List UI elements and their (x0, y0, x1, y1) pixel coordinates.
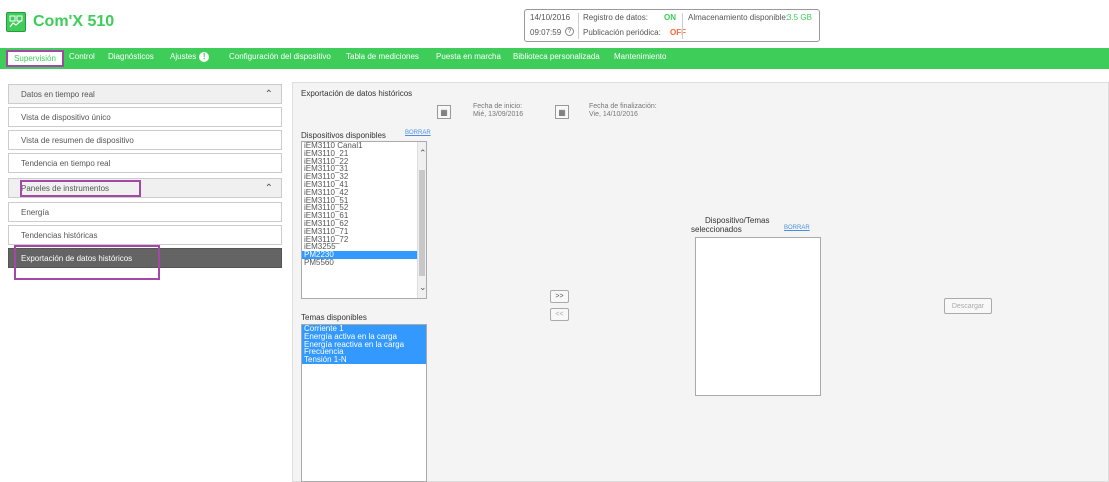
scrollbar[interactable]: ⌃ ⌄ (417, 142, 426, 298)
tab-commissioning[interactable]: Puesta en marcha (436, 52, 501, 61)
tab-device-config[interactable]: Configuración del dispositivo (229, 52, 331, 61)
topics-listbox[interactable]: Corriente 1 Energía activa en la carga Ene… (301, 324, 427, 482)
tab-settings[interactable]: Ajustes! (170, 52, 210, 62)
sidebar-item-label: Vista de resumen de dispositivo (21, 135, 134, 145)
tab-settings-label: Ajustes (170, 52, 197, 61)
scrollbar-thumb[interactable] (419, 170, 425, 276)
clear-selected-link[interactable]: BORRAR (784, 225, 810, 231)
sidebar-item-historical-trends[interactable]: Tendencias históricas (8, 225, 282, 245)
highlight-frame (20, 180, 141, 197)
start-date-value: Mié, 13/09/2016 (473, 111, 524, 118)
chevron-up-icon[interactable]: ⌃ (419, 148, 426, 159)
time-label: 09:07:59 (530, 28, 562, 37)
main-nav: Supervisión Control Diagnósticos Ajustes… (0, 48, 1109, 69)
divider (682, 13, 683, 39)
sidebar-item-label: Vista de dispositivo único (21, 112, 111, 122)
start-date-label: Fecha de inicio: (473, 103, 523, 110)
clock-icon: ? (565, 27, 574, 36)
devices-listbox[interactable]: iEM3110 Canal1 iEM3110_21 iEM3110_22 iEM311… (301, 141, 427, 299)
tab-measurements[interactable]: Tabla de mediciones (346, 52, 419, 61)
warning-icon: ! (199, 52, 210, 62)
sidebar-item-label: Tendencias históricas (21, 230, 98, 240)
add-button[interactable]: >> (550, 290, 569, 303)
topic-list: Corriente 1 Energía activa en la carga Ene… (302, 325, 426, 364)
logging-label: Registro de datos: (583, 13, 648, 22)
publish-label: Publicación periódica: (583, 28, 661, 37)
selected-label-2: seleccionados (691, 225, 742, 234)
tab-control[interactable]: Control (69, 52, 95, 61)
sidebar-item-label: Energía (21, 207, 50, 217)
tab-maintenance[interactable]: Mantenimiento (614, 52, 666, 61)
end-date-label: Fecha de finalización: (589, 103, 657, 110)
topic-list-item[interactable]: Tensión 1-N (302, 356, 426, 364)
storage-value: 3.5 GB (787, 13, 812, 22)
download-button[interactable]: Descargar (944, 298, 992, 314)
device-list: iEM3110 Canal1 iEM3110_21 iEM3110_22 iEM311… (302, 142, 426, 267)
sidebar-group-realtime[interactable]: Datos en tiempo real ⌃ (8, 84, 282, 104)
chevron-down-icon[interactable]: ⌄ (419, 282, 426, 293)
topics-label: Temas disponibles (301, 313, 367, 322)
logo-icon (6, 12, 26, 32)
chevron-up-icon: ⌃ (264, 89, 273, 100)
page-title: Exportación de datos históricos (301, 89, 413, 98)
tab-custom-library[interactable]: Biblioteca personalizada (513, 52, 600, 61)
sidebar-item-realtime-trend[interactable]: Tendencia en tiempo real (8, 153, 282, 173)
status-panel: 14/10/2016 09:07:59 ? Registro de datos:… (524, 9, 820, 42)
sidebar-item-single-device[interactable]: Vista de dispositivo único (8, 107, 282, 127)
tab-diagnostics[interactable]: Diagnósticos (108, 52, 154, 61)
sidebar-item-device-summary[interactable]: Vista de resumen de dispositivo (8, 130, 282, 150)
devices-label: Dispositivos disponibles (301, 131, 386, 140)
chevron-up-icon: ⌃ (264, 183, 273, 194)
app-title: Com'X 510 (33, 13, 115, 30)
sidebar-group-label: Datos en tiempo real (21, 89, 95, 99)
clear-devices-link[interactable]: BORRAR (405, 130, 431, 136)
export-panel: Exportación de datos históricos ▦ Fecha … (292, 82, 1109, 482)
date-label: 14/10/2016 (530, 13, 571, 22)
device-list-item[interactable]: PM5560 (302, 259, 426, 267)
tab-supervision[interactable]: Supervisión (6, 50, 64, 67)
selected-listbox[interactable] (695, 237, 821, 396)
sidebar-item-label: Tendencia en tiempo real (21, 158, 111, 168)
end-date-value: Vie, 14/10/2016 (589, 111, 638, 118)
calendar-icon[interactable]: ▦ (437, 105, 451, 119)
selected-label: Dispositivo/Temas (705, 216, 770, 225)
divider (578, 13, 579, 39)
sidebar-item-energy[interactable]: Energía (8, 202, 282, 222)
publish-status: OFF (670, 28, 686, 37)
highlight-frame (14, 245, 160, 280)
logging-status: ON (664, 13, 676, 22)
calendar-icon[interactable]: ▦ (555, 105, 569, 119)
storage-label: Almacenamiento disponible: (688, 13, 789, 22)
remove-button[interactable]: << (550, 308, 569, 321)
